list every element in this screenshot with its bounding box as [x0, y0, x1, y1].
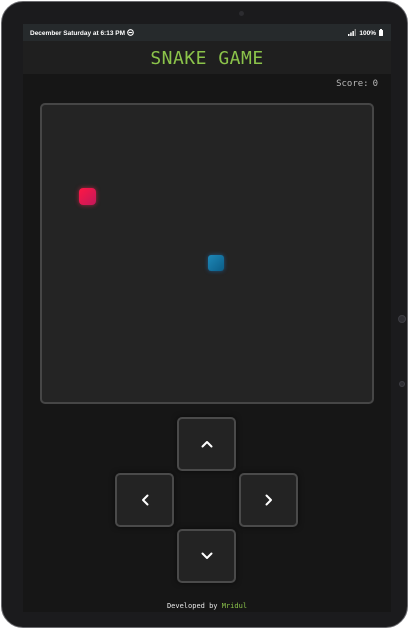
- footer-prefix: Developed by: [166, 602, 218, 610]
- left-button[interactable]: [115, 473, 174, 527]
- side-sensor: [398, 315, 406, 323]
- signal-icon: [348, 29, 357, 38]
- chevron-right-icon: [265, 494, 273, 506]
- front-camera: [239, 11, 244, 16]
- footer-author-link[interactable]: Mridul: [222, 602, 247, 610]
- game-board[interactable]: [40, 103, 374, 404]
- status-left: December Saturday at 6:13 PM: [30, 29, 134, 38]
- app-header: SNAKE GAME: [23, 41, 391, 74]
- do-not-disturb-icon: [127, 29, 134, 38]
- score-display: Score: 0: [336, 79, 378, 89]
- side-button: [399, 381, 405, 387]
- down-button[interactable]: [177, 529, 236, 583]
- tablet-frame: December Saturday at 6:13 PM 100% SNAKE …: [1, 1, 408, 628]
- score-value: 0: [372, 79, 378, 89]
- chevron-left-icon: [141, 494, 149, 506]
- screen: December Saturday at 6:13 PM 100% SNAKE …: [23, 24, 391, 612]
- footer-credit: Developed by Mridul: [23, 602, 391, 610]
- status-datetime: December Saturday at 6:13 PM: [30, 30, 126, 37]
- status-right: 100%: [348, 29, 383, 38]
- page-title: SNAKE GAME: [150, 48, 264, 69]
- up-button[interactable]: [177, 417, 236, 471]
- snake-head: [208, 255, 224, 271]
- right-button[interactable]: [239, 473, 298, 527]
- score-label: Score:: [336, 79, 369, 89]
- battery-text: 100%: [359, 30, 376, 37]
- food-item: [79, 188, 96, 205]
- status-bar: December Saturday at 6:13 PM 100%: [23, 24, 391, 41]
- chevron-up-icon: [201, 440, 213, 448]
- chevron-down-icon: [201, 552, 213, 560]
- battery-icon: [379, 29, 383, 38]
